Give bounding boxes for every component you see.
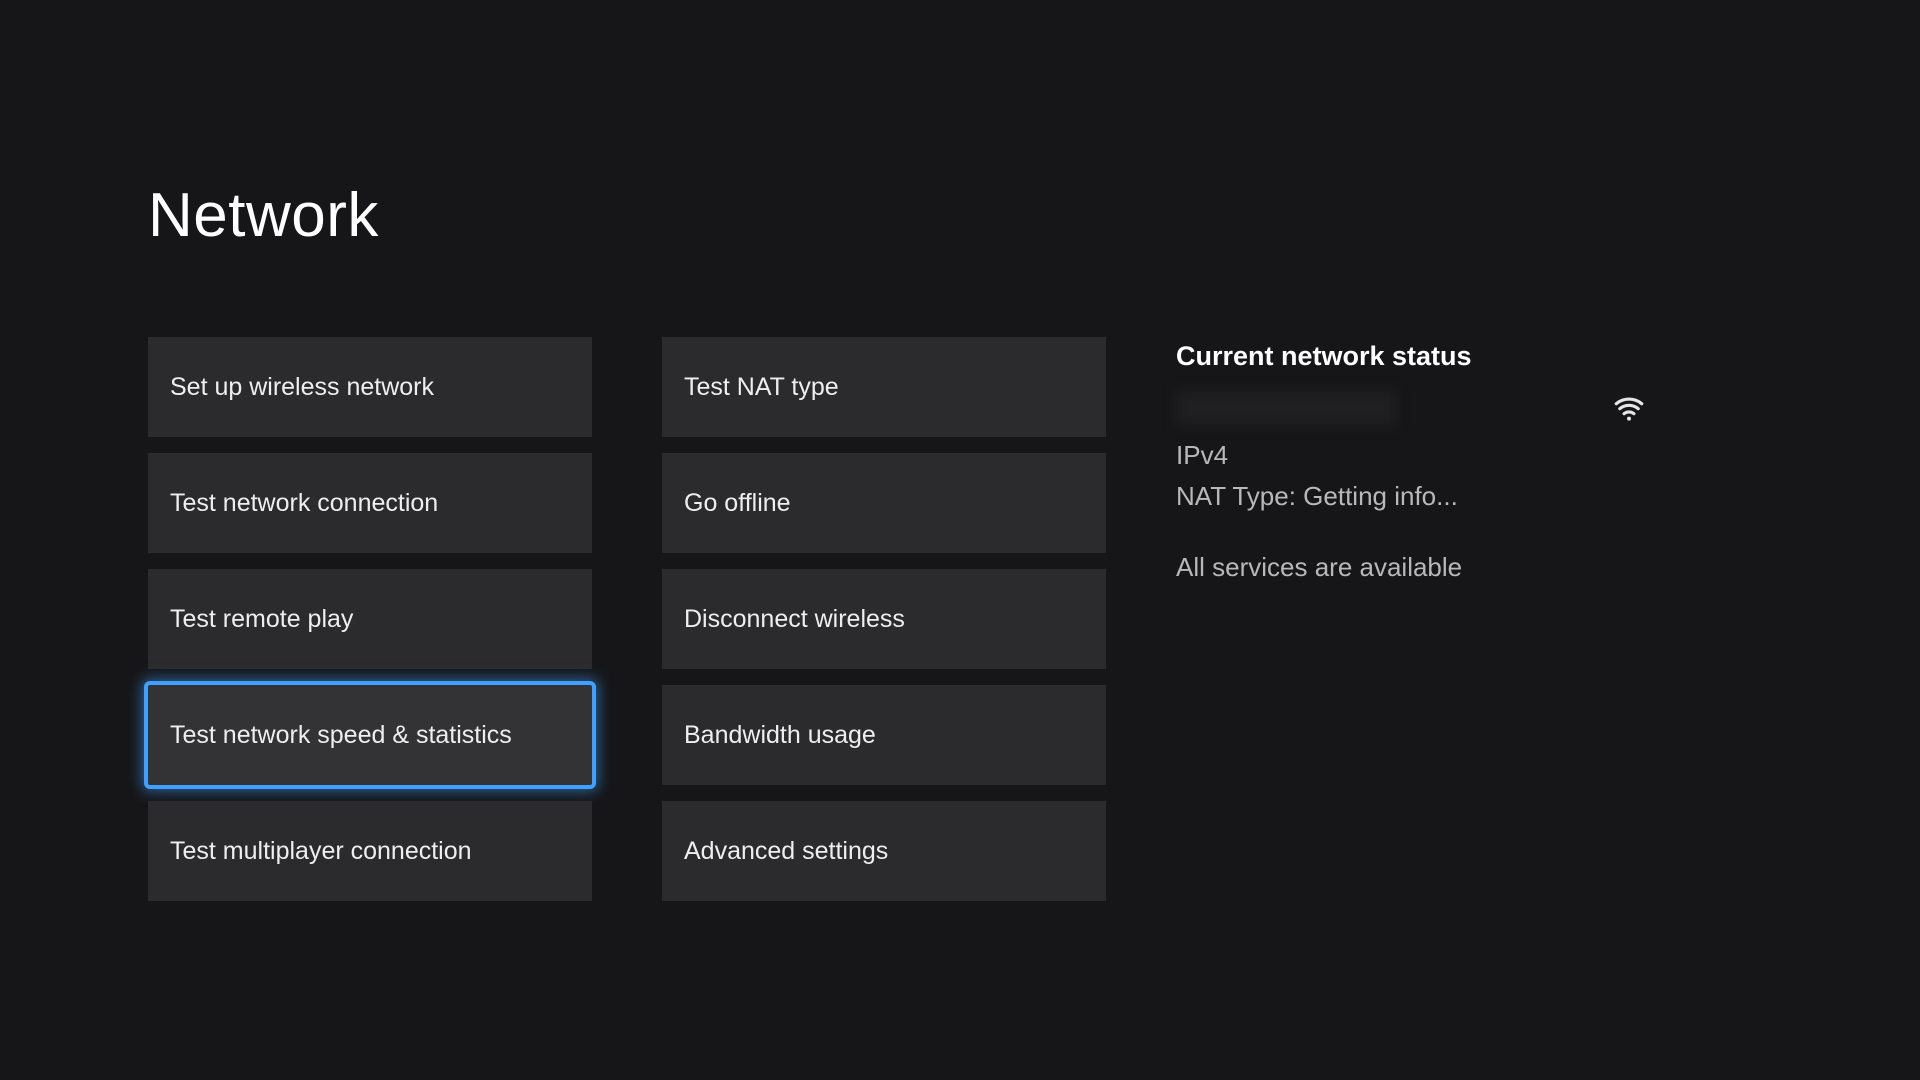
menu-item-test-network-connection[interactable]: Test network connection [148, 453, 592, 553]
network-nat-type: NAT Type: Getting info... [1176, 481, 1646, 512]
network-status-header: Current network status [1176, 341, 1646, 372]
menu-item-bandwidth-usage[interactable]: Bandwidth usage [662, 685, 1106, 785]
menu-item-label: Test network speed & statistics [170, 721, 512, 750]
menu-item-test-remote-play[interactable]: Test remote play [148, 569, 592, 669]
menu-item-set-up-wireless-network[interactable]: Set up wireless network [148, 337, 592, 437]
menu-item-test-network-speed-statistics[interactable]: Test network speed & statistics [148, 685, 592, 785]
menu-item-advanced-settings[interactable]: Advanced settings [662, 801, 1106, 901]
network-ip-version: IPv4 [1176, 440, 1646, 471]
menu-item-label: Go offline [684, 489, 791, 518]
network-services-status: All services are available [1176, 552, 1646, 583]
network-status-panel: Current network status IPv4 NAT Type: Ge… [1176, 337, 1646, 593]
menu-item-label: Set up wireless network [170, 373, 434, 402]
network-ssid-row [1176, 390, 1646, 426]
wifi-icon [1612, 391, 1646, 425]
menu-item-label: Test multiplayer connection [170, 837, 472, 866]
menu-item-label: Test remote play [170, 605, 353, 634]
menu-item-go-offline[interactable]: Go offline [662, 453, 1106, 553]
menu-item-test-nat-type[interactable]: Test NAT type [662, 337, 1106, 437]
menu-column-2: Test NAT type Go offline Disconnect wirele… [662, 337, 1106, 901]
menu-item-test-multiplayer-connection[interactable]: Test multiplayer connection [148, 801, 592, 901]
menu-item-label: Test NAT type [684, 373, 839, 402]
menu-item-label: Bandwidth usage [684, 721, 876, 750]
page-title: Network [148, 180, 1772, 251]
menu-item-label: Test network connection [170, 489, 438, 518]
menu-column-1: Set up wireless network Test network conn… [148, 337, 592, 901]
network-ssid-blurred [1176, 390, 1396, 426]
menu-item-label: Disconnect wireless [684, 605, 905, 634]
menu-item-label: Advanced settings [684, 837, 888, 866]
menu-item-disconnect-wireless[interactable]: Disconnect wireless [662, 569, 1106, 669]
